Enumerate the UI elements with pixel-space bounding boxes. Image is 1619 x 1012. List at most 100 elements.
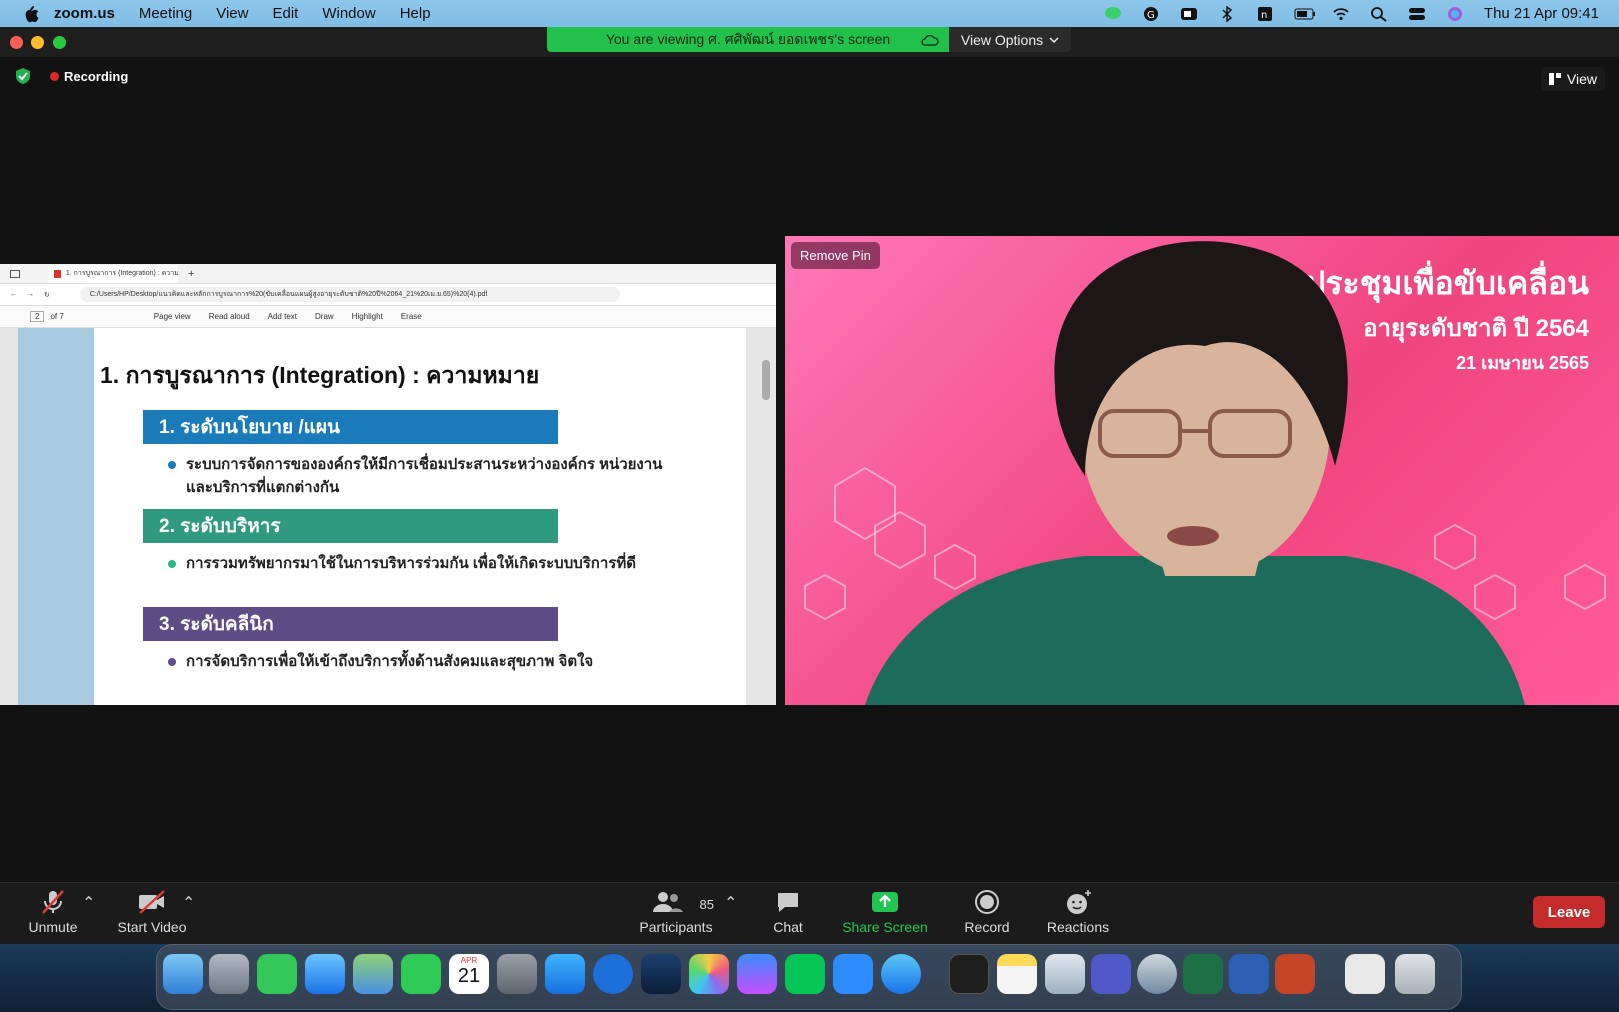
mail-icon[interactable] (305, 954, 345, 994)
close-window-button[interactable] (10, 36, 23, 49)
view-options-label: View Options (960, 31, 1044, 48)
menu-view[interactable]: View (216, 5, 248, 22)
menu-bar: zoom.us Meeting View Edit Window Help G … (0, 0, 1619, 27)
participants-icon (652, 892, 683, 912)
messages-status-icon[interactable] (1104, 6, 1122, 22)
launchpad-icon[interactable] (209, 954, 249, 994)
messenger-icon[interactable] (737, 954, 777, 994)
bullet-dot-icon (168, 560, 176, 568)
menu-edit[interactable]: Edit (272, 5, 298, 22)
notion-icon[interactable]: n (1256, 6, 1274, 22)
excel-icon[interactable] (1183, 954, 1223, 994)
start-video-button[interactable]: Start Video (115, 889, 189, 935)
messages-icon[interactable] (257, 954, 297, 994)
steam-icon[interactable] (641, 954, 681, 994)
zoom-status-icon[interactable] (1180, 6, 1198, 22)
back-icon[interactable]: ← (10, 291, 17, 298)
unmute-button[interactable]: Unmute (26, 889, 80, 935)
minimize-window-button[interactable] (31, 36, 44, 49)
maps-icon[interactable] (353, 954, 393, 994)
tab-actions-icon[interactable] (10, 269, 20, 278)
speaker-video-tile[interactable]: ประชุมเพื่อขับเคลื่อน อายุระดับชาติ ปี 2… (785, 236, 1619, 705)
layout-icon (1548, 73, 1561, 85)
shared-screen[interactable]: 1. การบูรณาการ (Integration) : ความหมาย … (0, 264, 776, 705)
copilot-app-icon[interactable] (593, 954, 633, 994)
leave-button[interactable]: Leave (1533, 896, 1605, 928)
view-layout-button[interactable]: View (1540, 67, 1605, 91)
spotlight-search-icon[interactable] (1370, 6, 1388, 22)
participants-options-chevron-icon[interactable]: ⌃ (724, 893, 737, 913)
finder-icon[interactable] (163, 954, 203, 994)
pdf-viewer[interactable]: 1. การบูรณาการ (Integration) : ความหมาย … (0, 328, 776, 705)
participants-button[interactable]: 85 Participants (638, 889, 714, 935)
video-options-chevron-icon[interactable]: ⌃ (182, 893, 195, 913)
recent-document-icon[interactable] (1345, 954, 1385, 994)
svg-text:G: G (1147, 10, 1155, 21)
refresh-icon[interactable]: ↻ (44, 291, 50, 299)
shield-check-icon[interactable] (14, 67, 32, 85)
wifi-icon[interactable] (1332, 6, 1350, 22)
menu-clock[interactable]: Thu 21 Apr 09:41 (1484, 5, 1599, 22)
word-icon[interactable] (1229, 954, 1269, 994)
erase-button[interactable]: Erase (401, 312, 422, 321)
app-store-icon[interactable] (545, 954, 585, 994)
cloud-icon (921, 34, 939, 46)
share-screen-button[interactable]: Share Screen (842, 889, 928, 935)
zoom-icon[interactable] (833, 954, 873, 994)
read-aloud-button[interactable]: Read aloud (209, 312, 250, 321)
menu-window[interactable]: Window (322, 5, 375, 22)
section-bullet-text: การรวมทรัพยากรมาใช้ในการบริหารร่วมกัน เพ… (186, 555, 636, 572)
activity-monitor-icon[interactable] (949, 954, 989, 994)
recording-dot-icon (50, 71, 59, 81)
url-field[interactable]: C:/Users/HP/Desktop/แนวคิดและหลักการบูรณ… (79, 287, 620, 302)
microphone-muted-icon (42, 890, 64, 914)
facetime-icon[interactable] (401, 954, 441, 994)
trash-icon[interactable] (1395, 954, 1435, 994)
teams-icon[interactable] (1091, 954, 1131, 994)
grammarly-icon[interactable]: G (1142, 6, 1160, 22)
url-text: C:/Users/HP/Desktop/แนวคิดและหลักการบูรณ… (89, 291, 488, 298)
control-center-icon[interactable] (1408, 6, 1426, 22)
pdf-scrollbar[interactable] (762, 360, 770, 400)
page-view-button[interactable]: Page view (154, 312, 191, 321)
tab-title: 1. การบูรณาการ (Integration) : ความหมาย (65, 270, 178, 277)
browser-address-bar: ← → ↻ C:/Users/HP/Desktop/แนวคิดและหลักก… (0, 284, 776, 306)
powerpoint-icon[interactable] (1275, 954, 1315, 994)
pdf-file-icon (54, 269, 61, 278)
calendar-icon[interactable]: APR 21 (449, 954, 489, 994)
bluetooth-icon[interactable] (1218, 5, 1236, 22)
fullscreen-window-button[interactable] (53, 36, 66, 49)
preview-icon[interactable] (1045, 954, 1085, 994)
apple-menu-icon[interactable] (20, 3, 42, 25)
safari-icon[interactable] (881, 954, 921, 994)
battery-icon[interactable] (1294, 6, 1315, 22)
share-screen-icon (872, 892, 898, 912)
highlight-button[interactable]: Highlight (352, 312, 383, 321)
draw-button[interactable]: Draw (315, 312, 334, 321)
record-button[interactable]: Record (962, 889, 1012, 935)
section-bullet-clinic: การจัดบริการเพื่อให้เข้าถึงบริการทั้งด้า… (168, 650, 688, 673)
remove-pin-button[interactable]: Remove Pin (791, 242, 880, 269)
menu-meeting[interactable]: Meeting (139, 5, 192, 22)
page-number-input[interactable]: 2 (30, 311, 45, 322)
record-label: Record (964, 919, 1010, 935)
audio-options-chevron-icon[interactable]: ⌃ (82, 893, 95, 913)
line-icon[interactable] (785, 954, 825, 994)
pdf-toolbar: 2 of 7 Page view Read aloud Add text Dra… (0, 306, 776, 328)
siri-icon[interactable] (1446, 6, 1464, 22)
app-menu-zoom[interactable]: zoom.us (54, 5, 115, 22)
reactions-button[interactable]: Reactions (1046, 889, 1110, 935)
section-heading-policy: 1. ระดับนโยบาย /แผน (143, 410, 558, 444)
notes-icon[interactable] (997, 954, 1037, 994)
pdf-tab[interactable]: 1. การบูรณาการ (Integration) : ความหมาย (48, 264, 178, 283)
new-tab-icon[interactable]: + (188, 268, 194, 280)
calendar-day: 21 (457, 965, 481, 987)
photos-icon[interactable] (689, 954, 729, 994)
system-preferences-icon[interactable] (497, 954, 537, 994)
view-options-dropdown[interactable]: View Options (949, 27, 1071, 52)
add-text-button[interactable]: Add text (268, 312, 297, 321)
chat-button[interactable]: Chat (766, 889, 810, 935)
quicktime-icon[interactable] (1137, 954, 1177, 994)
forward-icon[interactable]: → (27, 291, 34, 298)
menu-help[interactable]: Help (400, 5, 431, 22)
